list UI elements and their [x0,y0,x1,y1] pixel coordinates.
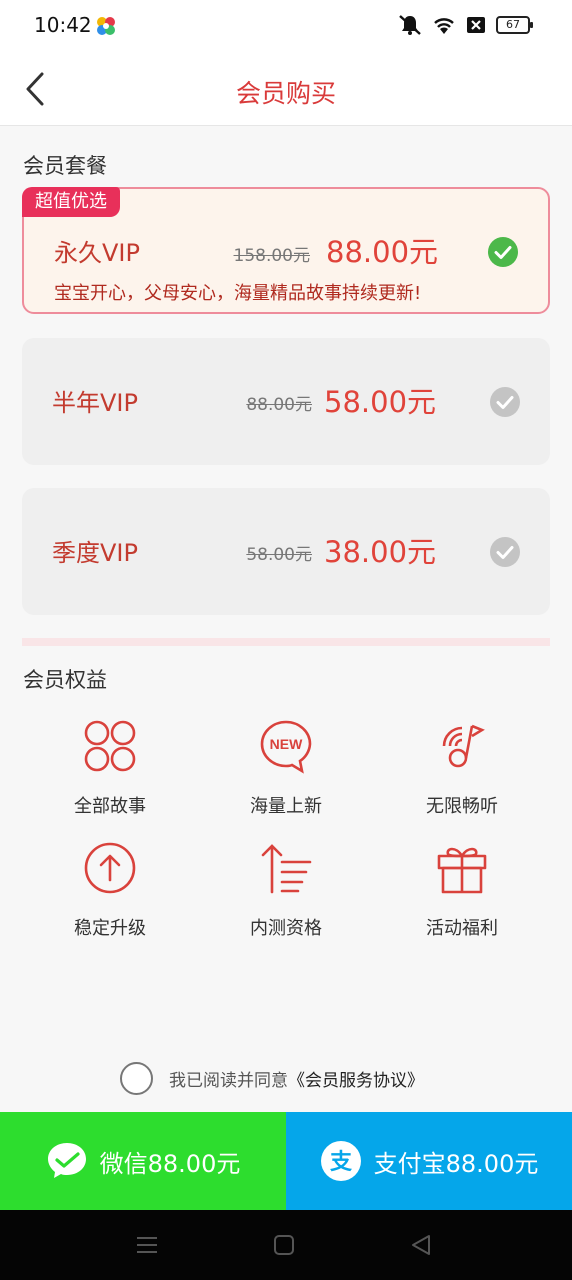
benefit-stable-upgrade: 稳定升级 [22,840,198,940]
alipay-label: 支付宝88.00元 [373,1149,539,1178]
wechat-pay-button[interactable]: 微信88.00元 [0,1112,286,1210]
plan-price: 38.00元 [324,535,437,569]
wifi-icon [434,18,454,34]
status-time: 10:42 [34,13,92,37]
payment-bar: 微信88.00元 支 支付宝88.00元 [0,1112,572,1210]
agreement-row: 我已阅读并同意 《会员服务协议》 [120,1062,424,1095]
system-nav-bar [0,1210,572,1280]
plan-price: 58.00元 [324,385,437,419]
benefit-label: 无限畅听 [426,796,498,817]
upgrade-arrow-icon [84,842,136,894]
unselected-check-icon [490,387,520,417]
page-title: 会员购买 [235,79,336,108]
alipay-icon: 支 [320,1141,361,1181]
benefit-all-stories: 全部故事 [22,718,198,818]
alipay-button[interactable]: 支 支付宝88.00元 [286,1112,572,1210]
plan-name: 季度VIP [52,539,138,567]
app-notification-icon [97,17,115,35]
plan-old-price: 58.00元 [246,545,312,565]
alipay-icon-char: 支 [330,1150,353,1175]
benefit-new-content: NEW 海量上新 [198,718,374,818]
menu-icon[interactable] [136,1234,158,1256]
agreement-link[interactable]: 《会员服务协议》 [288,1066,424,1091]
battery-icon: 67 [496,16,533,34]
plan-card-halfyear[interactable]: 半年VIP 88.00元 58.00元 [22,338,550,465]
plans-section-title: 会员套餐 [23,154,107,178]
benefit-unlimited-listen: 无限畅听 [374,718,550,818]
new-bubble-icon: NEW [260,720,312,774]
status-bar: 10:42 67 [0,0,572,52]
back-triangle-icon[interactable] [410,1234,432,1256]
new-badge-text: NEW [270,736,303,752]
benefits-section-title: 会员权益 [23,668,107,692]
plan-card-quarter[interactable]: 季度VIP 58.00元 38.00元 [22,488,550,615]
plan-price: 88.00元 [326,235,439,269]
plan-old-price: 88.00元 [246,395,312,415]
benefit-label: 全部故事 [74,796,146,817]
unselected-check-icon [490,537,520,567]
plan-description: 宝宝开心，父母安心，海量精品故事持续更新! [54,283,422,304]
mute-icon [399,15,421,35]
benefit-label: 内测资格 [250,918,322,939]
benefit-label: 稳定升级 [74,918,146,939]
benefit-label: 海量上新 [250,796,322,817]
agreement-checkbox[interactable] [120,1062,153,1095]
grid-circles-icon [84,720,136,772]
plan-badge: 超值优选 [22,187,120,217]
wechat-pay-icon [47,1143,86,1178]
plan-name: 永久VIP [54,239,140,267]
benefit-label: 活动福利 [426,918,498,939]
selected-check-icon [488,237,518,267]
section-divider [22,638,550,646]
status-icons: 67 [398,14,533,36]
list-arrow-icon [261,844,312,894]
music-disc-icon [442,724,485,768]
benefit-event-perks: 活动福利 [374,840,550,940]
agreement-text: 我已阅读并同意 [169,1071,288,1091]
sim-off-icon [467,17,485,33]
home-icon[interactable] [273,1234,295,1256]
plan-card-lifetime[interactable]: 超值优选 永久VIP 158.00元 88.00元 宝宝开心，父母安心，海量精品… [22,187,550,314]
gift-icon [437,847,487,894]
wechat-pay-label: 微信88.00元 [99,1149,241,1178]
nav-bar: 会员购买 [0,52,572,126]
plan-name: 半年VIP [52,389,138,417]
benefit-beta-access: 内测资格 [198,840,374,940]
plan-old-price: 158.00元 [233,246,310,266]
